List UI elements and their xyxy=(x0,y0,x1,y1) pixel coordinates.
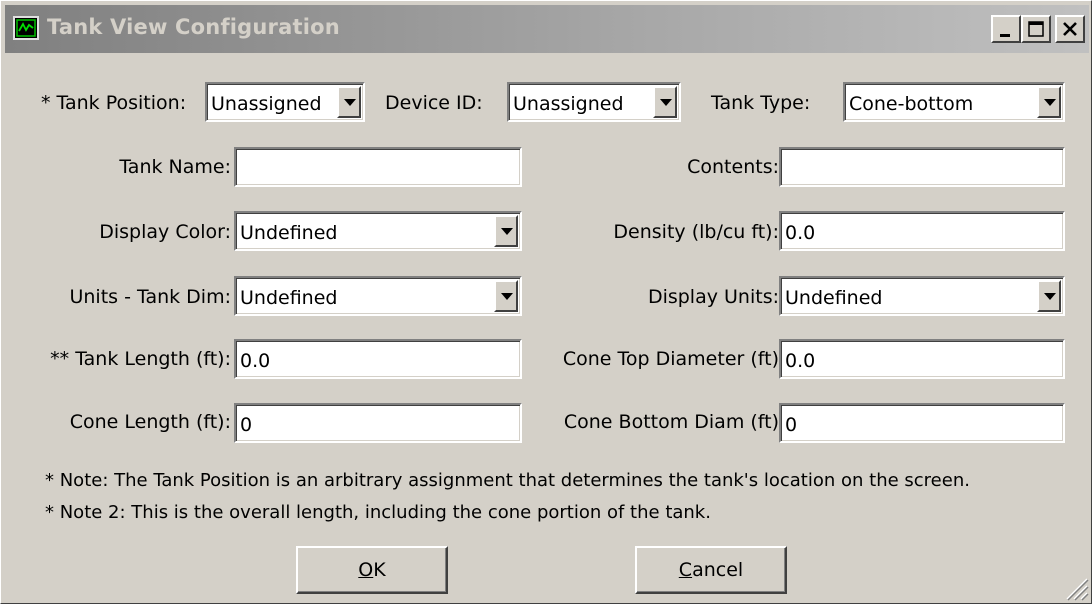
tank-name-label: Tank Name: xyxy=(119,156,231,178)
display-color-dropdown-button[interactable] xyxy=(494,215,518,247)
display-color-label: Display Color: xyxy=(99,221,231,243)
display-units-value: Undefined xyxy=(785,287,883,309)
density-value: 0.0 xyxy=(785,222,816,244)
cone-length-label: Cone Length (ft): xyxy=(69,411,231,433)
maximize-button[interactable] xyxy=(1021,15,1051,43)
contents-label: Contents: xyxy=(687,156,779,178)
display-units-label: Display Units: xyxy=(647,286,779,308)
close-icon xyxy=(1063,22,1077,36)
units-tank-dim-dropdown-button[interactable] xyxy=(494,280,518,312)
tank-position-value: Unassigned xyxy=(211,93,322,115)
device-id-value: Unassigned xyxy=(513,93,624,115)
device-id-label: Device ID: xyxy=(385,92,483,114)
close-button[interactable] xyxy=(1055,15,1085,43)
cone-top-diameter-input[interactable]: 0.0 xyxy=(779,339,1065,379)
maximize-icon xyxy=(1028,21,1044,37)
display-color-select[interactable]: Undefined xyxy=(234,211,522,251)
window-title: Tank View Configuration xyxy=(47,15,340,39)
density-label: Density (lb/cu ft): xyxy=(613,221,779,243)
tank-name-input[interactable] xyxy=(234,147,522,187)
tank-position-select[interactable]: Unassigned xyxy=(205,82,365,122)
cancel-button[interactable]: Cancel xyxy=(635,546,787,594)
device-id-select[interactable]: Unassigned xyxy=(507,82,681,122)
tank-type-label: Tank Type: xyxy=(711,92,811,114)
cone-bottom-diam-value: 0 xyxy=(785,414,798,436)
tank-type-value: Cone-bottom xyxy=(849,93,974,115)
units-tank-dim-label: Units - Tank Dim: xyxy=(69,286,231,308)
ok-mnemonic: O xyxy=(358,559,374,581)
cancel-mnemonic: C xyxy=(678,559,693,581)
resize-grip-icon[interactable] xyxy=(1063,575,1089,601)
density-input[interactable]: 0.0 xyxy=(779,211,1065,251)
note-1: * Note: The Tank Position is an arbitrar… xyxy=(45,470,970,491)
tank-length-label: ** Tank Length (ft): xyxy=(50,348,231,370)
tank-position-label: * Tank Position: xyxy=(41,92,187,114)
cone-bottom-diam-label: Cone Bottom Diam (ft) xyxy=(563,411,779,433)
ok-label-rest: K xyxy=(373,559,386,581)
contents-input[interactable] xyxy=(779,147,1065,187)
tank-length-value: 0.0 xyxy=(240,350,271,372)
minimize-button[interactable] xyxy=(991,15,1021,43)
minimize-icon xyxy=(1000,34,1010,37)
tank-length-input[interactable]: 0.0 xyxy=(234,339,522,379)
app-monitor-icon[interactable] xyxy=(13,16,39,40)
cone-top-diameter-value: 0.0 xyxy=(785,350,816,372)
display-color-value: Undefined xyxy=(240,222,338,244)
units-tank-dim-value: Undefined xyxy=(240,287,338,309)
note-2: * Note 2: This is the overall length, in… xyxy=(45,502,711,523)
tank-type-dropdown-button[interactable] xyxy=(1037,86,1061,118)
ok-button[interactable]: OK xyxy=(296,546,448,594)
cone-length-input[interactable]: 0 xyxy=(234,403,522,443)
cone-top-diameter-label: Cone Top Diameter (ft) xyxy=(562,348,779,370)
cone-length-value: 0 xyxy=(240,414,253,436)
display-units-select[interactable]: Undefined xyxy=(779,276,1065,316)
device-id-dropdown-button[interactable] xyxy=(653,86,677,118)
display-units-dropdown-button[interactable] xyxy=(1037,280,1061,312)
units-tank-dim-select[interactable]: Undefined xyxy=(234,276,522,316)
tank-view-configuration-window: Tank View Configuration * Tank Position:… xyxy=(0,0,1092,604)
cone-bottom-diam-input[interactable]: 0 xyxy=(779,403,1065,443)
tank-type-select[interactable]: Cone-bottom xyxy=(843,82,1065,122)
title-bar[interactable]: Tank View Configuration xyxy=(5,5,1089,53)
cancel-label-rest: ancel xyxy=(692,559,744,581)
tank-position-dropdown-button[interactable] xyxy=(337,86,361,118)
